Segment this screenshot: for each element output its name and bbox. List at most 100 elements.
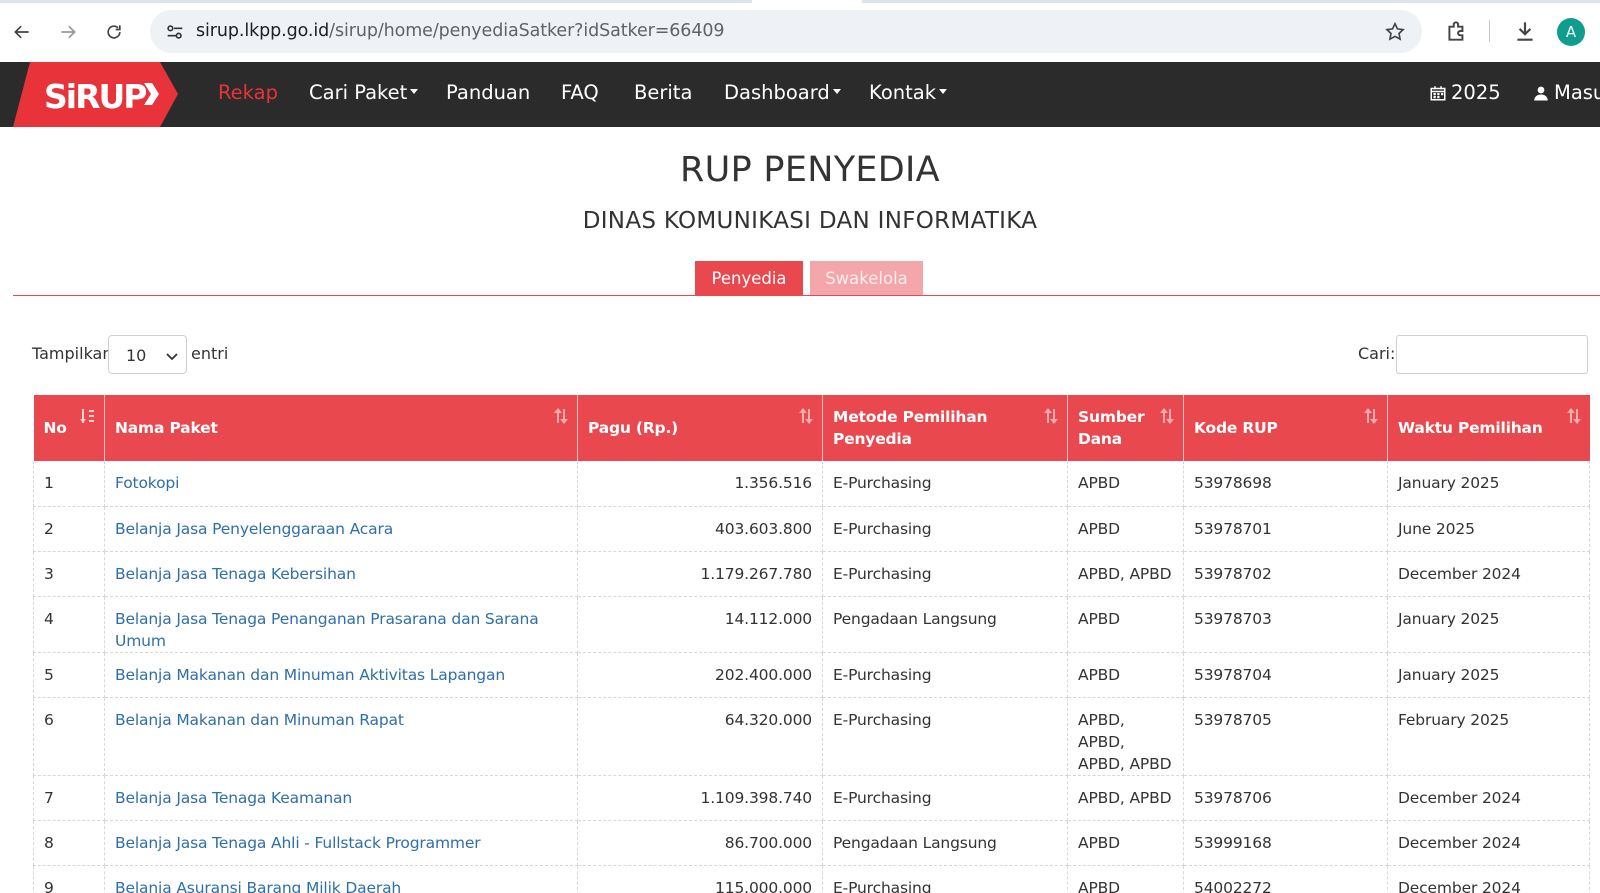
cell-sumber-dana: APBD, APBD, APBD, APBD bbox=[1067, 697, 1184, 776]
reload-icon[interactable] bbox=[98, 16, 130, 48]
col-header-no[interactable]: No bbox=[33, 395, 105, 461]
nav-faq[interactable]: FAQ bbox=[561, 81, 599, 104]
login-label: Masuk bbox=[1554, 81, 1600, 104]
cell-nama-paket: Belanja Jasa Tenaga Keamanan bbox=[104, 775, 578, 821]
col-header-metode-label: Metode Pemilihan Penyedia bbox=[833, 408, 988, 448]
table-row: 6 Belanja Makanan dan Minuman Rapat 64.3… bbox=[33, 697, 1590, 776]
cell-no: 6 bbox=[33, 697, 105, 776]
extensions-icon[interactable] bbox=[1444, 18, 1470, 44]
table-row: 4 Belanja Jasa Tenaga Penanganan Prasara… bbox=[33, 596, 1590, 653]
cell-waktu: December 2024 bbox=[1387, 551, 1590, 597]
tab-divider bbox=[13, 295, 1600, 296]
table-row: 2 Belanja Jasa Penyelenggaraan Acara 403… bbox=[33, 506, 1590, 552]
nav-dashboard[interactable]: Dashboard bbox=[724, 81, 841, 104]
cell-kode-rup: 53978698 bbox=[1183, 461, 1388, 507]
back-icon[interactable] bbox=[6, 16, 38, 48]
cell-sumber-dana: APBD, APBD bbox=[1067, 775, 1184, 821]
paket-link[interactable]: Belanja Makanan dan Minuman Rapat bbox=[115, 711, 404, 729]
cell-sumber-dana: APBD bbox=[1067, 820, 1184, 866]
cell-sumber-dana: APBD bbox=[1067, 596, 1184, 653]
page-size-select[interactable]: 10 bbox=[108, 335, 187, 374]
cell-waktu: June 2025 bbox=[1387, 506, 1590, 552]
cell-nama-paket: Belanja Jasa Tenaga Kebersihan bbox=[104, 551, 578, 597]
cell-pagu: 86.700.000 bbox=[577, 820, 823, 866]
col-header-kode-rup[interactable]: Kode RUP bbox=[1183, 395, 1388, 461]
col-header-sumber-dana[interactable]: Sumber Dana bbox=[1067, 395, 1184, 461]
cell-no: 8 bbox=[33, 820, 105, 866]
paket-link[interactable]: Belanja Jasa Tenaga Keamanan bbox=[115, 789, 352, 807]
cell-kode-rup: 54002272 bbox=[1183, 865, 1388, 893]
paket-link[interactable]: Belanja Jasa Penyelenggaraan Acara bbox=[115, 520, 393, 538]
paket-link[interactable]: Belanja Jasa Tenaga Ahli - Fullstack Pro… bbox=[115, 834, 481, 852]
cell-metode: E-Purchasing bbox=[822, 697, 1068, 776]
cell-metode: Pengadaan Langsung bbox=[822, 820, 1068, 866]
col-header-waktu[interactable]: Waktu Pemilihan bbox=[1387, 395, 1590, 461]
calendar-icon bbox=[1430, 85, 1446, 100]
tab-penyedia[interactable]: Penyedia bbox=[695, 261, 803, 296]
cell-nama-paket: Belanja Asuransi Barang Milik Daerah bbox=[104, 865, 578, 893]
site-settings-icon[interactable] bbox=[164, 21, 186, 43]
caret-down-icon bbox=[410, 89, 419, 94]
address-bar[interactable]: sirup.lkpp.go.id/sirup/home/penyediaSatk… bbox=[150, 10, 1422, 53]
col-header-metode[interactable]: Metode Pemilihan Penyedia bbox=[822, 395, 1068, 461]
paket-link[interactable]: Belanja Asuransi Barang Milik Daerah bbox=[115, 879, 401, 893]
cell-metode: E-Purchasing bbox=[822, 652, 1068, 698]
col-header-kode-rup-label: Kode RUP bbox=[1194, 419, 1278, 437]
login-link[interactable]: Masuk bbox=[1532, 81, 1600, 104]
cell-kode-rup: 53978706 bbox=[1183, 775, 1388, 821]
table-row: 9 Belanja Asuransi Barang Milik Daerah 1… bbox=[33, 865, 1590, 893]
url-host: sirup.lkpp.go.id bbox=[196, 21, 330, 41]
year-selector[interactable]: 2025 bbox=[1429, 81, 1501, 104]
cell-waktu: February 2025 bbox=[1387, 697, 1590, 776]
paket-link[interactable]: Belanja Jasa Tenaga Kebersihan bbox=[115, 565, 356, 583]
nav-berita[interactable]: Berita bbox=[634, 81, 692, 104]
cell-metode: E-Purchasing bbox=[822, 775, 1068, 821]
cell-kode-rup: 53978703 bbox=[1183, 596, 1388, 653]
cell-metode: E-Purchasing bbox=[822, 461, 1068, 507]
col-header-nama-paket[interactable]: Nama Paket bbox=[104, 395, 578, 461]
nav-rekap[interactable]: Rekap bbox=[218, 81, 278, 104]
nav-kontak[interactable]: Kontak bbox=[869, 81, 947, 104]
paket-link[interactable]: Fotokopi bbox=[115, 474, 179, 492]
cell-nama-paket: Fotokopi bbox=[104, 461, 578, 507]
logo-text: SiRUP bbox=[44, 77, 146, 116]
download-icon[interactable] bbox=[1512, 18, 1538, 44]
search-input[interactable] bbox=[1396, 335, 1588, 374]
profile-avatar[interactable]: A bbox=[1557, 18, 1585, 46]
sirup-logo[interactable]: SiRUP bbox=[0, 62, 180, 127]
sort-icon bbox=[554, 408, 568, 424]
col-header-no-label: No bbox=[43, 419, 67, 437]
active-tab-gap bbox=[752, 0, 862, 3]
cell-pagu: 202.400.000 bbox=[577, 652, 823, 698]
cell-nama-paket: Belanja Makanan dan Minuman Rapat bbox=[104, 697, 578, 776]
rup-table: No Nama Paket Pagu (Rp.) Metode Pemiliha… bbox=[33, 395, 1590, 893]
col-header-nama-paket-label: Nama Paket bbox=[115, 419, 218, 437]
col-header-pagu[interactable]: Pagu (Rp.) bbox=[577, 395, 823, 461]
nav-cari-paket[interactable]: Cari Paket bbox=[309, 81, 419, 104]
cell-kode-rup: 53978701 bbox=[1183, 506, 1388, 552]
cell-metode: E-Purchasing bbox=[822, 865, 1068, 893]
cell-no: 5 bbox=[33, 652, 105, 698]
url-text[interactable]: sirup.lkpp.go.id/sirup/home/penyediaSatk… bbox=[196, 21, 725, 41]
cell-kode-rup: 53978704 bbox=[1183, 652, 1388, 698]
chevron-down-icon bbox=[166, 353, 178, 361]
cell-pagu: 14.112.000 bbox=[577, 596, 823, 653]
table-row: 3 Belanja Jasa Tenaga Kebersihan 1.179.2… bbox=[33, 551, 1590, 597]
page-title: RUP PENYEDIA bbox=[680, 150, 940, 190]
page-size-value: 10 bbox=[126, 346, 147, 365]
paket-link[interactable]: Belanja Jasa Tenaga Penanganan Prasarana… bbox=[115, 610, 539, 650]
paket-link[interactable]: Belanja Makanan dan Minuman Aktivitas La… bbox=[115, 666, 505, 684]
tab-swakelola[interactable]: Swakelola bbox=[810, 261, 923, 296]
sort-asc-icon bbox=[80, 409, 94, 423]
cell-nama-paket: Belanja Makanan dan Minuman Aktivitas La… bbox=[104, 652, 578, 698]
table-row: 7 Belanja Jasa Tenaga Keamanan 1.109.398… bbox=[33, 775, 1590, 821]
sort-icon bbox=[1566, 408, 1581, 424]
table-row: 1 Fotokopi 1.356.516 E-Purchasing APBD 5… bbox=[33, 461, 1590, 507]
cell-sumber-dana: APBD bbox=[1067, 461, 1184, 507]
sort-icon bbox=[1044, 408, 1058, 424]
bookmark-star-icon[interactable] bbox=[1384, 21, 1406, 43]
forward-icon[interactable] bbox=[52, 16, 84, 48]
cell-kode-rup: 53999168 bbox=[1183, 820, 1388, 866]
cell-pagu: 115.000.000 bbox=[577, 865, 823, 893]
nav-panduan[interactable]: Panduan bbox=[446, 81, 530, 104]
